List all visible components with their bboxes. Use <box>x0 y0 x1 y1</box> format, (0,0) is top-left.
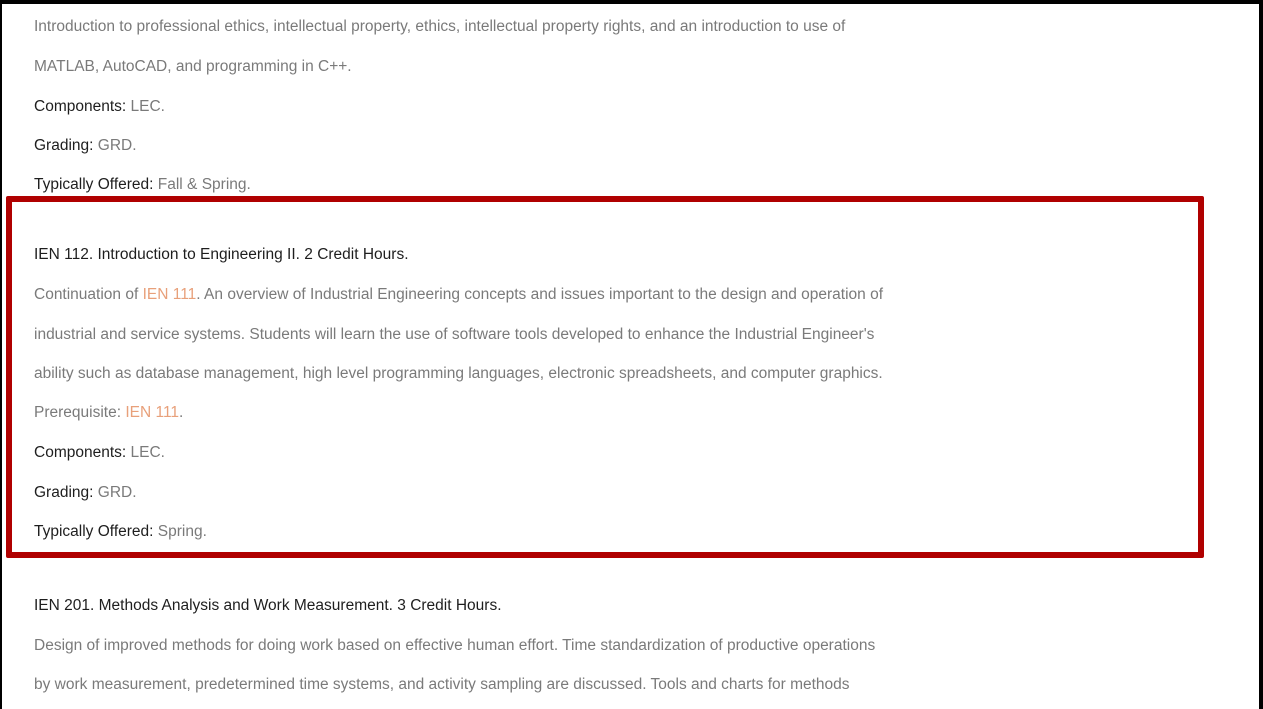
prev-course-description-line-2: MATLAB, AutoCAD, and programming in C++. <box>34 58 352 75</box>
prev-course-offered: Typically Offered: Fall & Spring. <box>34 175 251 195</box>
components-value: LEC. <box>126 98 165 115</box>
grading-label: Grading: <box>34 137 94 154</box>
prev-course-description-line-1: Introduction to professional ethics, int… <box>34 18 846 35</box>
components-label: Components: <box>34 98 127 115</box>
prev-course-grading: Grading: GRD. <box>34 136 137 156</box>
grading-value: GRD. <box>93 137 137 154</box>
highlight-box <box>6 196 1204 558</box>
course-title-ien-201: IEN 201. Methods Analysis and Work Measu… <box>34 597 502 614</box>
next-course-description-line-2: by work measurement, predetermined time … <box>34 676 850 693</box>
prev-course-components: Components: LEC. <box>34 97 165 117</box>
offered-value: Fall & Spring. <box>153 176 251 193</box>
offered-label: Typically Offered: <box>34 176 154 193</box>
next-course-description-line-1: Design of improved methods for doing wor… <box>34 637 876 654</box>
